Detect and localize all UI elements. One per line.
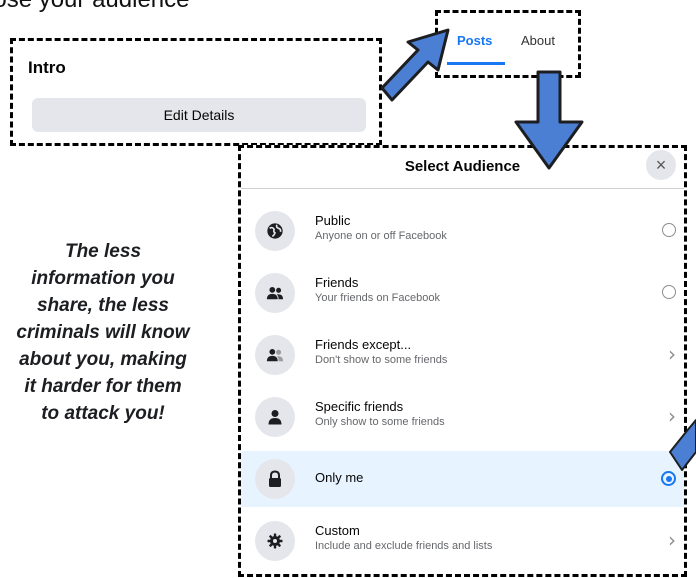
arrow-to-posts-tab (380, 28, 450, 102)
arrow-to-only-me (669, 419, 696, 471)
arrow-to-dialog (514, 70, 584, 170)
annotation-arrows (380, 28, 696, 471)
